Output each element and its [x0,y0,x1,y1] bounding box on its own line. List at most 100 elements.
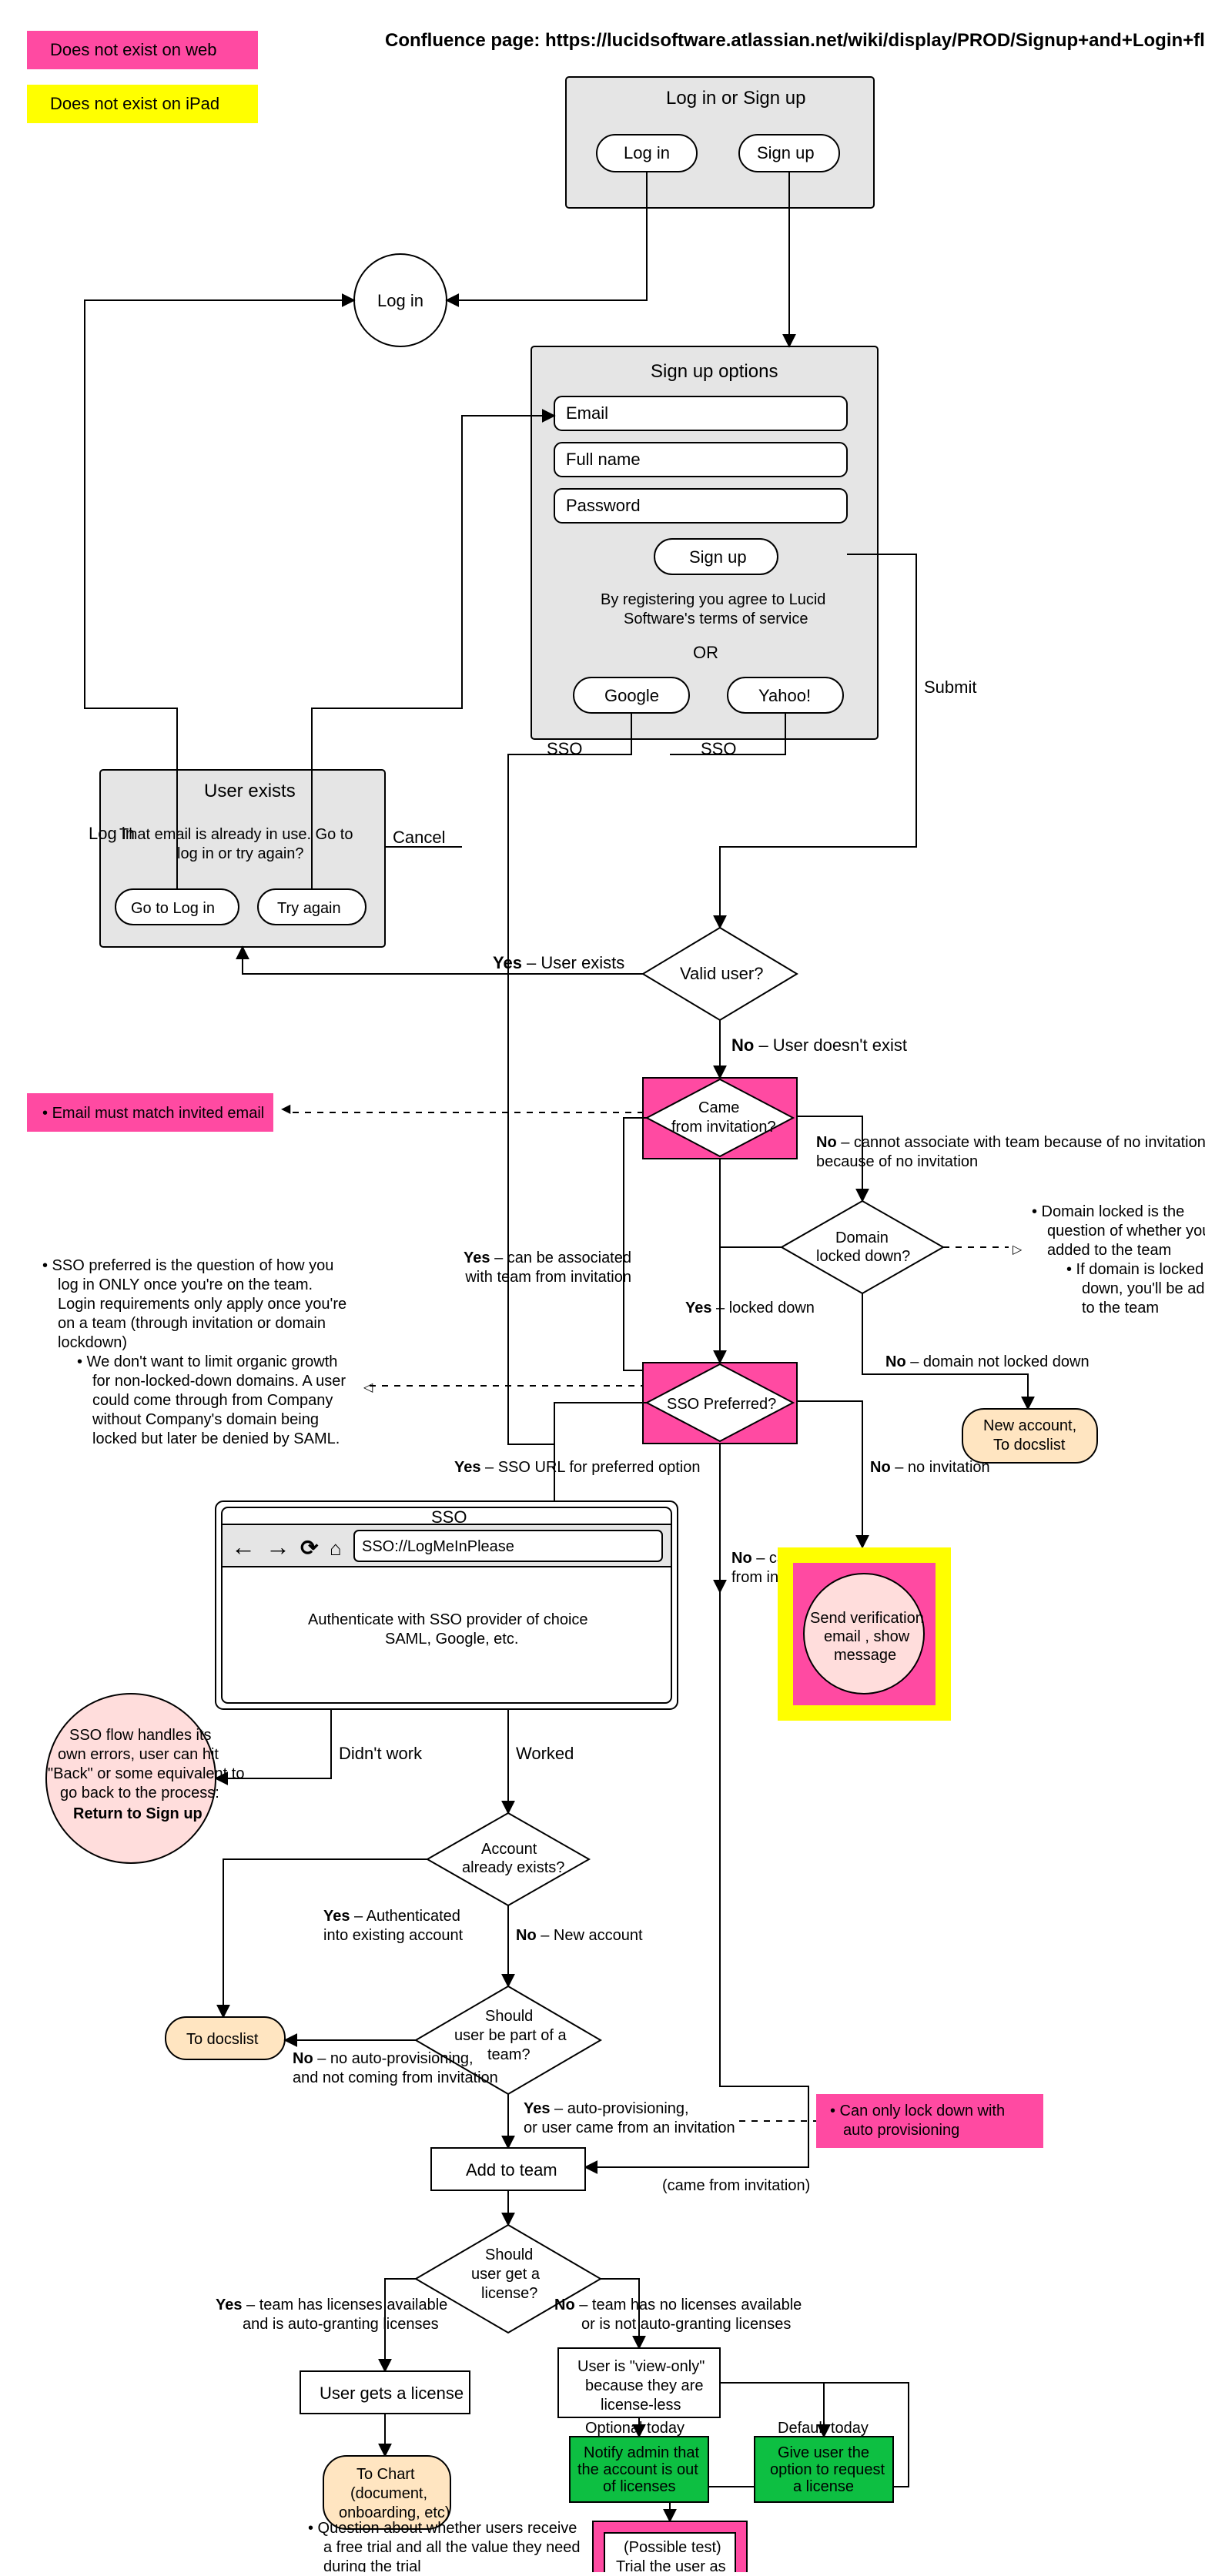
vo2: because they are [585,2377,703,2394]
sn2: log in ONLY once you're on the team. [58,1276,313,1293]
invite-yes: Yes – can be associated [464,1250,631,1266]
nav-home-icon[interactable]: ⌂ [330,1537,342,1560]
tr2: Trial the user as [616,2558,726,2572]
dn4: • If domain is locked [1066,1261,1203,1278]
dn2: question of whether you're [1047,1223,1205,1239]
signup-title: Sign up options [651,361,778,382]
vo3: license-less [601,2397,681,2414]
na3: of licenses [603,2478,676,2495]
submit-label: Submit [924,677,976,697]
dn6: to the team [1082,1300,1159,1316]
tos2: Software's terms of service [624,611,808,627]
lq1: Should [485,2246,533,2263]
team-yes1: Yes – auto-provisioning, [524,2100,689,2117]
notify-t: Optional today [585,2420,685,2437]
lock-note2: auto provisioning [843,2122,959,2139]
ssopref-q: SSO Preferred? [667,1396,776,1413]
invite-yes2: with team from invitation [464,1269,631,1286]
sn6: • We don't want to limit organic growth [77,1353,337,1370]
sso-title: SSO [431,1507,467,1527]
team-yes2: or user came from an invitation [524,2119,735,2136]
start-signup-label: Sign up [757,143,815,162]
user-exists-title: User exists [204,781,296,801]
sn5: lockdown) [58,1334,127,1351]
start-title: Log in or Sign up [666,88,805,109]
ae-yes1: Yes – Authenticated [323,1908,460,1925]
domain-q1: Domain [835,1229,889,1246]
sso2-label: SSO [701,739,736,758]
tc2: (document, [350,2485,427,2502]
legend-ipad-label: Does not exist on iPad [50,94,219,113]
uet2: log in or try again? [177,845,304,862]
sn10: locked but later be denied by SAML. [92,1430,340,1447]
sso-fail: Didn't work [339,1744,423,1763]
dn5: down, you'll be added [1082,1280,1205,1297]
ae-q2: already exists? [462,1859,564,1876]
rl3: a license [793,2478,854,2495]
team-no2: and not coming from invitation [293,2069,498,2086]
domain-yes: Yes – locked down [685,1300,815,1316]
tq2: user be part of a [454,2027,567,2044]
to-docs-label: To docslist [186,2031,259,2048]
svg-text:▷: ▷ [1013,1243,1023,1256]
lic-yes2: and is auto-granting licenses [243,2316,439,2333]
new-acct-l2: To docslist [993,1437,1066,1454]
or-label: OR [693,643,718,662]
cancel-label: Cancel [393,828,445,847]
sso-msg1: Authenticate with SSO provider of choice [308,1611,588,1628]
sn9: without Company's domain being [92,1411,319,1428]
try-again-label: Try again [277,900,341,917]
invite-q1: Came [698,1099,739,1116]
start-login-label: Log in [624,143,670,162]
na2: the account is out [577,2461,698,2478]
tr1: (Possible test) [624,2539,721,2556]
invite-note-t: • Email must match invited email [42,1105,264,1122]
url-text: SSO://LogMeInPlease [362,1538,514,1555]
sn3: Login requirements only apply once you'r… [58,1296,346,1313]
lic-no2: or is not auto-granting licenses [581,2316,791,2333]
nav-back-icon[interactable]: ← [231,1533,256,1561]
email-label: Email [566,403,608,423]
dn3: added to the team [1047,1242,1171,1259]
lic-yes1: Yes – team has licenses available [216,2297,447,2313]
new-acct-l1: New account, [983,1417,1076,1434]
password-label: Password [566,496,641,515]
tos1: By registering you agree to Lucid [601,591,825,608]
tc3: onboarding, etc) [339,2504,450,2521]
rl2: option to request [770,2461,885,2478]
nav-fwd-icon[interactable]: → [266,1533,290,1561]
svg-text:◁: ◁ [363,1381,373,1394]
se4: go back to the process: [60,1785,219,1802]
verify-l2: email , show [824,1628,910,1645]
svg-text:◀: ◀ [281,1102,291,1116]
ae-q1: Account [481,1841,537,1858]
ue-login-label: Log in [89,824,135,843]
ae-no: No – New account [516,1927,643,1944]
rl1: Give user the [778,2444,869,2461]
tq1: Should [485,2008,533,2025]
goto-login-label: Go to Log in [131,900,215,917]
verify-l1: Send verification [810,1610,924,1627]
valid-q: Valid user? [680,964,763,983]
invite-no: No – cannot associate with team because … [816,1134,1205,1151]
sso-ok: Worked [516,1744,574,1763]
se5: Return to Sign up [73,1805,203,1822]
lock-note1: • Can only lock down with [830,2103,1005,2119]
ssopref-yes: Yes – SSO URL for preferred option [454,1459,700,1476]
ssopref-no: No – no invitation [870,1459,990,1476]
tq3: team? [487,2046,531,2063]
tc1: To Chart [356,2466,415,2483]
se2: own errors, user can hit [58,1746,219,1763]
name-label: Full name [566,450,641,469]
invite-q2: from invitation? [671,1119,776,1136]
verify-l3: message [834,1647,896,1664]
login-node-label: Log in [377,291,423,310]
vo1: User is "view-only" [577,2358,705,2375]
gets-license-label: User gets a license [320,2384,464,2403]
valid-no: No – User doesn't exist [731,1035,907,1055]
se1: SSO flow handles its [69,1727,212,1744]
add-team-label: Add to team [466,2160,557,2180]
sn8: could come through from Company [92,1392,333,1409]
came-inv: (came from invitation) [662,2177,810,2194]
nav-reload-icon[interactable]: ⟳ [300,1536,319,1560]
